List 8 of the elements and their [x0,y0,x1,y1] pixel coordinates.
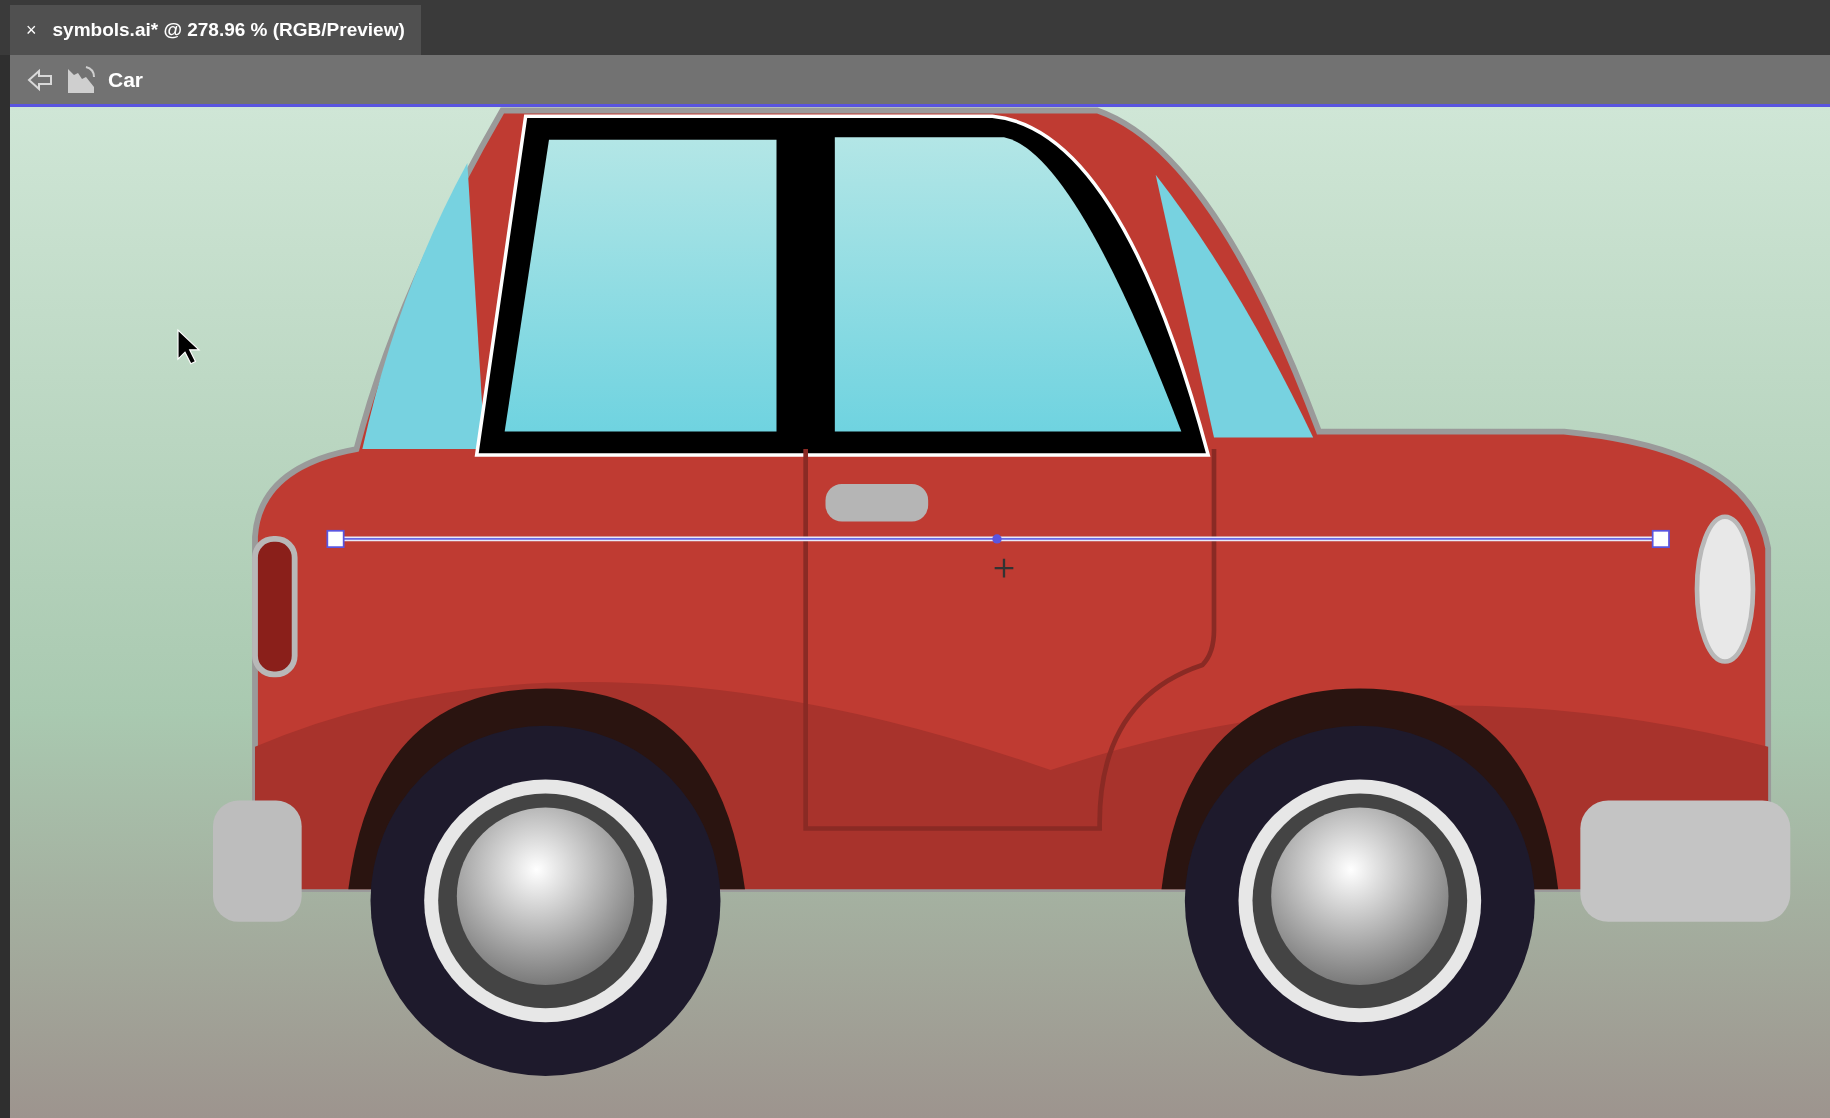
selected-path[interactable] [326,529,1670,548]
symbol-icon [66,64,96,95]
close-button[interactable]: × [26,21,37,39]
crosshair-icon [993,557,1015,579]
document-title: symbols.ai* @ 278.96 % (RGB/Preview) [52,17,405,42]
symbol-name: Car [108,66,144,93]
cursor-icon [177,328,201,365]
document-tab[interactable]: × symbols.ai* @ 278.96 % (RGB/Preview) [10,5,421,55]
